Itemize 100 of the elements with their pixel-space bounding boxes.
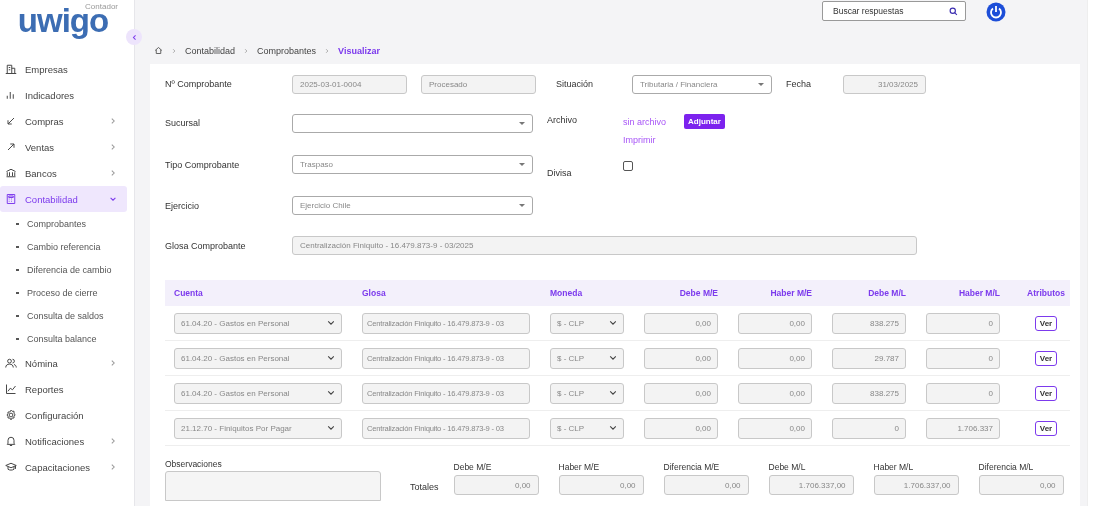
select-field[interactable]: 61.04.20 - Gastos en Personal (174, 312, 342, 334)
view-button[interactable]: Ver (1034, 420, 1058, 436)
menu-item-icon (5, 357, 17, 369)
print-link[interactable]: Imprimir (623, 135, 725, 145)
caret-icon (519, 163, 525, 166)
select-field[interactable]: Tributaria / Financiera (632, 74, 772, 94)
input-field[interactable]: 2025-03-01-0004 (292, 74, 407, 94)
sidebar-item[interactable]: Contabilidad (0, 186, 127, 212)
caret-icon (519, 122, 525, 125)
home-icon[interactable] (154, 46, 163, 55)
input-field[interactable]: 0 (926, 347, 1000, 369)
menu-item-icon (5, 461, 17, 473)
power-icon[interactable] (986, 2, 1006, 22)
totals-label: Totales (410, 482, 439, 492)
sidebar-item[interactable]: Indicadores (0, 82, 127, 108)
submenu-item[interactable]: Cambio referencia (0, 235, 134, 258)
breadcrumb-link[interactable]: Comprobantes (257, 45, 317, 56)
input-field[interactable]: Centralización Finiquito - 16.479.873-9 - 03/2025 (292, 236, 917, 255)
caret-icon (758, 82, 764, 86)
input-field[interactable]: 0,00 (453, 475, 539, 495)
breadcrumb-link[interactable]: Visualizar (338, 45, 380, 56)
chevron-down-icon (327, 319, 335, 327)
column-header: Moneda (550, 288, 584, 298)
sidebar-item[interactable]: Compras (0, 108, 127, 134)
chevron-down-icon (609, 424, 617, 432)
input-field[interactable]: Procesado (421, 74, 536, 94)
submenu-item[interactable]: Diferencia de cambio (0, 258, 134, 281)
input-field[interactable]: 0,00 (644, 382, 718, 404)
input-field[interactable]: 0,00 (738, 312, 812, 334)
select-field[interactable]: 61.04.20 - Gastos en Personal (174, 347, 342, 369)
input-field[interactable]: 0,00 (663, 475, 749, 495)
chevron-down-icon (327, 424, 335, 432)
submenu-item[interactable]: Comprobantes (0, 212, 134, 235)
sidebar-item[interactable]: Notificaciones (0, 428, 127, 454)
input-field[interactable]: 0 (926, 312, 1000, 334)
input-field[interactable]: 0,00 (738, 347, 812, 369)
chevron-right-icon (324, 47, 331, 54)
select-field[interactable]: $ - CLP (550, 347, 624, 369)
input-field[interactable]: 0 (926, 382, 1000, 404)
select-field[interactable]: Ejercicio Chile (292, 196, 533, 215)
select-field[interactable]: $ - CLP (550, 312, 624, 334)
sidebar-item[interactable]: Bancos (0, 160, 127, 186)
menu-item-icon (5, 89, 17, 101)
field-label: Sucursal (165, 118, 201, 128)
select-field[interactable]: $ - CLP (550, 417, 624, 439)
attach-button[interactable]: Adjuntar (684, 114, 725, 129)
input-field[interactable]: 29.787 (832, 347, 906, 369)
select-field[interactable]: 61.04.20 - Gastos en Personal (174, 382, 342, 404)
chevron-down-icon (609, 354, 617, 362)
search-icon (949, 6, 958, 16)
view-button[interactable]: Ver (1034, 315, 1058, 331)
sidebar-item[interactable]: Ventas (0, 134, 127, 160)
view-button[interactable]: Ver (1034, 385, 1058, 401)
input-field[interactable]: 31/03/2025 (843, 74, 926, 94)
column-header: Haber M/E (769, 288, 812, 298)
sidebar-item[interactable]: Empresas (0, 56, 127, 82)
input-field[interactable]: 1.706.337,00 (873, 475, 959, 495)
chevron-left-icon (130, 33, 138, 41)
field-label: Observaciones (165, 459, 223, 469)
text-area[interactable] (165, 471, 381, 501)
field-label: Divisa (547, 167, 573, 178)
input-field[interactable]: 0,00 (644, 312, 718, 334)
submenu-item[interactable]: Consulta balance (0, 327, 134, 350)
file-link[interactable]: sin archivo (623, 116, 667, 127)
input-field[interactable]: 838.275 (832, 312, 906, 334)
select-field[interactable]: 21.12.70 - Finiquitos Por Pagar (174, 417, 342, 439)
logo-tagline: Contador (85, 2, 118, 11)
input-field[interactable]: 1.706.337 (926, 417, 1000, 439)
select-field[interactable]: Traspaso (292, 155, 533, 174)
search-field[interactable]: Buscar respuestas (822, 1, 966, 21)
input-field[interactable]: 0,00 (738, 417, 812, 439)
column-header: Haber M/L (957, 288, 1000, 298)
input-field[interactable]: 1.706.337,00 (768, 475, 854, 495)
input-field[interactable]: 0,00 (644, 417, 718, 439)
field-label: Diferencia M/E (663, 462, 721, 472)
submenu-item[interactable]: Consulta de saldos (0, 304, 134, 327)
chevron-right-icon (171, 47, 177, 54)
sidebar-item[interactable]: Nómina (0, 350, 127, 376)
collapse-sidebar-button[interactable] (126, 29, 142, 45)
chevron-down-icon (609, 319, 617, 327)
input-field[interactable]: 0,00 (644, 347, 718, 369)
sidebar-item[interactable]: Reportes (0, 376, 127, 402)
sidebar-item[interactable]: Capacitaciones (0, 454, 127, 480)
input-field[interactable]: 0,00 (978, 475, 1064, 495)
input-field[interactable]: 0,00 (738, 382, 812, 404)
select-field[interactable]: $ - CLP (550, 382, 624, 404)
input-field[interactable]: 0,00 (558, 475, 644, 495)
field-label: Debe M/L (768, 462, 807, 472)
checkbox[interactable] (623, 160, 633, 171)
field-label: Diferencia M/L (978, 462, 1035, 472)
select-field[interactable] (292, 114, 533, 133)
submenu-item[interactable]: Proceso de cierre (0, 281, 134, 304)
view-button[interactable]: Ver (1034, 350, 1058, 366)
input-field[interactable]: 0 (832, 417, 906, 439)
field-label: Haber M/E (558, 462, 601, 472)
chevron-down-icon (327, 354, 335, 362)
breadcrumb-link[interactable]: Contabilidad (185, 45, 236, 56)
input-field[interactable]: 838.275 (832, 382, 906, 404)
sidebar-item[interactable]: Configuración (0, 402, 127, 428)
menu-item-icon (5, 63, 17, 75)
